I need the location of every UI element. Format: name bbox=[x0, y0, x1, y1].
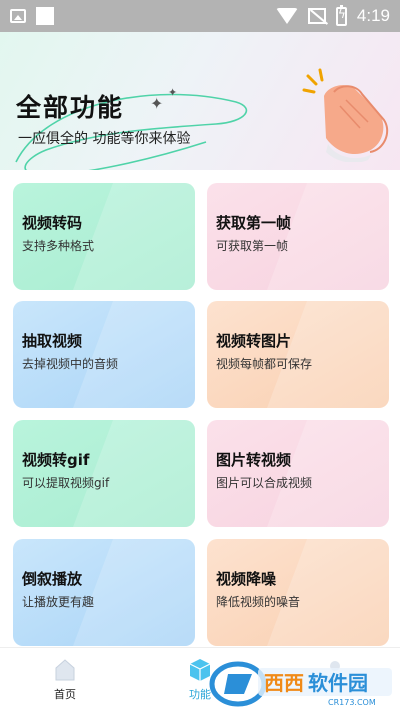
feature-card-first-frame[interactable]: 获取第一帧 可获取第一帧 bbox=[207, 183, 389, 290]
svg-text:软件园: 软件园 bbox=[308, 671, 368, 695]
image-icon bbox=[10, 9, 26, 23]
status-left bbox=[10, 7, 54, 25]
feature-card-extract-video[interactable]: 抽取视频 去掉视频中的音频 bbox=[13, 301, 195, 408]
feature-desc: 可以提取视频gif bbox=[22, 476, 110, 490]
feature-card-image-to-video[interactable]: 图片转视频 图片可以合成视频 bbox=[207, 420, 389, 527]
feature-card-video-to-image[interactable]: 视频转图片 视频每帧都可保存 bbox=[207, 301, 389, 408]
clapping-hands-icon bbox=[302, 68, 389, 162]
status-time: 4:19 bbox=[356, 6, 390, 25]
svg-text:西西: 西西 bbox=[264, 671, 304, 695]
feature-title: 视频转码 bbox=[22, 214, 83, 232]
feature-desc: 支持多种格式 bbox=[22, 239, 95, 253]
home-icon bbox=[55, 659, 75, 681]
header-banner: 全部功能 一应俱全的 功能等你来体验 ✦ ✦ bbox=[0, 32, 400, 170]
sparkle-icon: ✦ bbox=[150, 94, 164, 113]
feature-desc: 降低视频的噪音 bbox=[216, 595, 301, 609]
blank-square-icon bbox=[36, 7, 54, 25]
page-title: 全部功能 bbox=[16, 93, 125, 122]
feature-desc: 让播放更有趣 bbox=[22, 595, 95, 609]
page-subtitle: 一应俱全的 功能等你来体验 bbox=[18, 131, 191, 147]
feature-card-video-transcode[interactable]: 视频转码 支持多种格式 bbox=[13, 183, 195, 290]
nav-item-home[interactable]: 首页 bbox=[0, 648, 130, 711]
feature-card-video-to-gif[interactable]: 视频转gif 可以提取视频gif bbox=[13, 420, 195, 527]
feature-title: 图片转视频 bbox=[216, 451, 292, 469]
feature-title: 抽取视频 bbox=[22, 332, 83, 350]
feature-title: 视频转图片 bbox=[216, 332, 292, 350]
feature-title: 获取第一帧 bbox=[216, 214, 292, 232]
no-signal-icon bbox=[307, 8, 326, 24]
nav-label-home: 首页 bbox=[54, 688, 76, 701]
svg-text:CR173.COM: CR173.COM bbox=[328, 698, 376, 707]
feature-desc: 可获取第一帧 bbox=[216, 239, 289, 253]
feature-desc: 图片可以合成视频 bbox=[216, 476, 313, 490]
feature-title: 视频转gif bbox=[22, 451, 90, 469]
sparkle-icon: ✦ bbox=[168, 86, 178, 99]
feature-card-denoise[interactable]: 视频降噪 降低视频的噪音 bbox=[207, 539, 389, 646]
feature-title: 视频降噪 bbox=[216, 570, 277, 588]
feature-title: 倒叙播放 bbox=[22, 570, 83, 588]
status-right: 4:19 bbox=[275, 4, 390, 26]
feature-desc: 视频每帧都可保存 bbox=[216, 357, 313, 371]
battery-charging-icon bbox=[335, 4, 347, 26]
watermark-logo: 西西 软件园 CR173.COM bbox=[209, 661, 392, 707]
feature-card-reverse-play[interactable]: 倒叙播放 让播放更有趣 bbox=[13, 539, 195, 646]
wifi-icon bbox=[275, 8, 298, 24]
feature-desc: 去掉视频中的音频 bbox=[22, 357, 119, 371]
status-bar: 4:19 bbox=[0, 0, 400, 32]
